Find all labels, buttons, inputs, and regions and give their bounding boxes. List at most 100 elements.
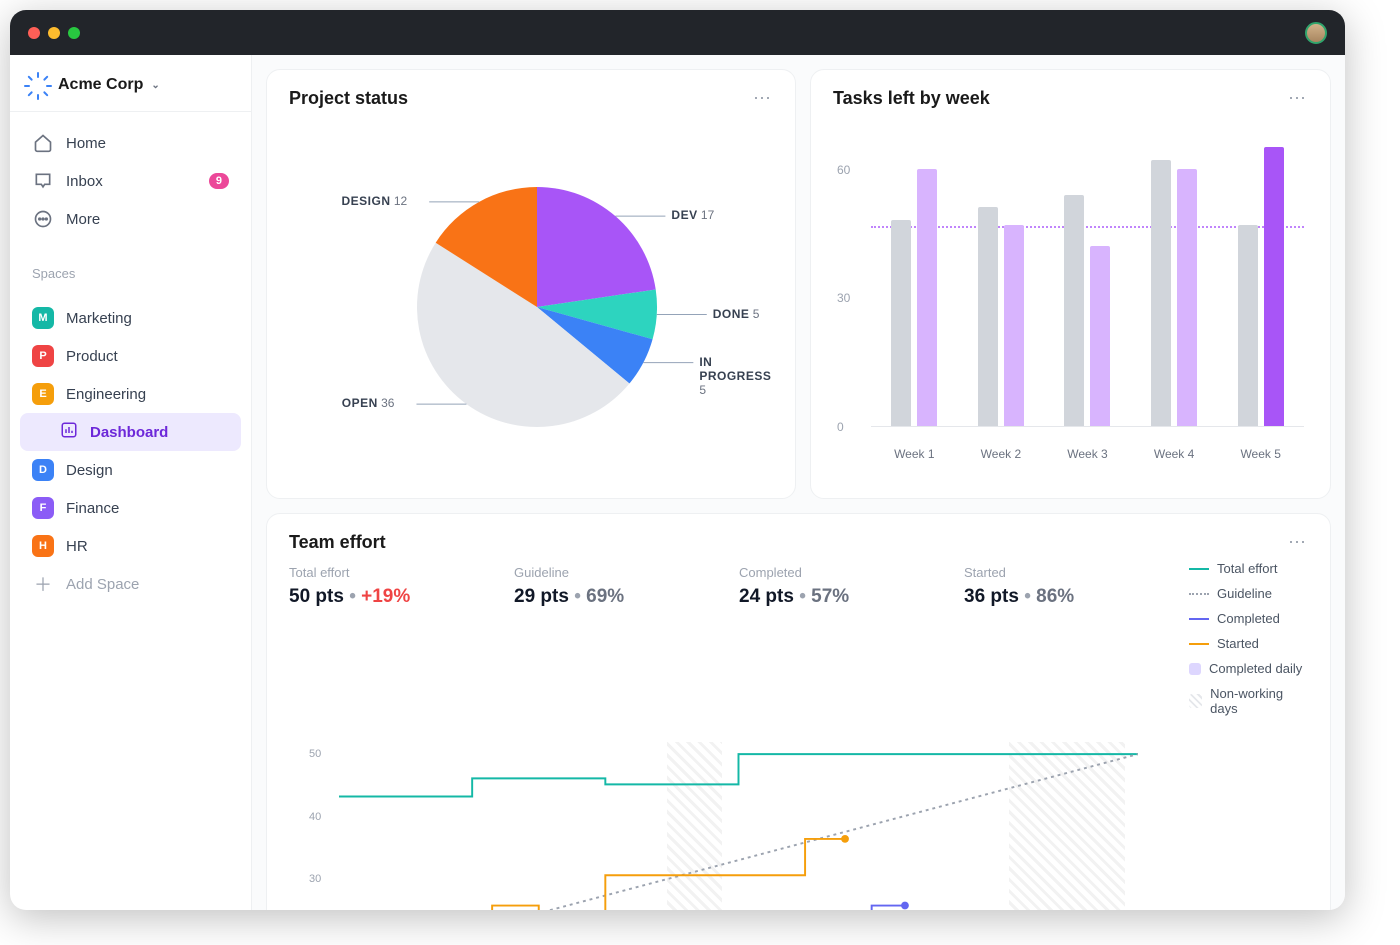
plus-icon: ＋ (32, 573, 54, 595)
legend-total: Total effort (1217, 561, 1277, 576)
app-window: Acme Corp ⌄ Home Inbox 9 (10, 10, 1345, 910)
add-space-button[interactable]: ＋ Add Space (20, 565, 241, 603)
avatar[interactable] (1305, 22, 1327, 44)
workspace-logo-icon (30, 75, 50, 95)
metric-completed-label: Completed (739, 565, 964, 580)
close-window-dot[interactable] (28, 27, 40, 39)
metric-total-delta: +19% (361, 586, 410, 607)
bar (1090, 246, 1110, 426)
space-badge: P (32, 345, 54, 367)
bar-xlabel: Week 1 (894, 447, 934, 461)
metric-guideline-label: Guideline (514, 565, 739, 580)
bar-ytick: 60 (837, 163, 850, 177)
space-item-engineering[interactable]: EEngineering (20, 375, 241, 413)
minimize-window-dot[interactable] (48, 27, 60, 39)
tasks-left-card: Tasks left by week ⋯ 0 30 60 Week 1 Week 2 We… (810, 69, 1331, 499)
space-item-product[interactable]: P Product (20, 337, 241, 375)
nav-more[interactable]: More (20, 200, 241, 238)
bar-xlabel: Week 2 (981, 447, 1021, 461)
bar-xlabel: Week 4 (1154, 447, 1194, 461)
project-status-card: Project status ⋯ DEV 17 DONE 5 IN PROGRESS… (266, 69, 796, 499)
bar-ytick: 0 (837, 420, 844, 434)
bar (917, 169, 937, 426)
dashboard-content: Project status ⋯ DEV 17 DONE 5 IN PROGRESS… (252, 55, 1345, 910)
team-effort-chart: 20304050 (289, 742, 1308, 910)
pie-label-dev: DEV 17 (671, 208, 714, 222)
pie-label-done: DONE 5 (713, 307, 760, 321)
add-space-label: Add Space (66, 576, 139, 593)
nav-more-label: More (66, 211, 100, 228)
project-status-title: Project status (289, 88, 408, 109)
space-badge: M (32, 307, 54, 329)
sidebar: Acme Corp ⌄ Home Inbox 9 (10, 55, 252, 910)
bar (1151, 160, 1171, 426)
pie-label-in-progress: IN PROGRESS 5 (699, 355, 773, 397)
spaces-list: M Marketing P Product EEngineering Dashboard D… (10, 287, 251, 615)
space-child-label: Dashboard (90, 424, 168, 441)
nav-home-label: Home (66, 135, 106, 152)
line-ytick: 40 (309, 811, 321, 823)
home-icon (32, 132, 54, 154)
dashboard-icon (60, 421, 78, 443)
legend-daily: Completed daily (1209, 661, 1302, 676)
metric-started-label: Started (964, 565, 1189, 580)
workspace-switcher[interactable]: Acme Corp ⌄ (10, 67, 251, 112)
metric-completed-value: 24 pts (739, 586, 794, 607)
pie-label-open: OPEN 36 (342, 396, 395, 410)
bar (978, 207, 998, 426)
metric-guideline-pct: 69% (586, 586, 624, 607)
traffic-lights (28, 27, 80, 39)
legend-nonworking: Non-working days (1210, 686, 1308, 716)
bar-ytick: 30 (837, 291, 850, 305)
metric-completed: Completed 24 pts • 57% (739, 561, 964, 726)
maximize-window-dot[interactable] (68, 27, 80, 39)
bar-xlabel: Week 3 (1067, 447, 1107, 461)
nav-home[interactable]: Home (20, 124, 241, 162)
metric-guideline: Guideline 29 pts • 69% (514, 561, 739, 726)
space-label: Design (66, 462, 113, 479)
team-effort-more-button[interactable]: ⋯ (1288, 532, 1308, 553)
inbox-icon (32, 170, 54, 192)
more-icon (32, 208, 54, 230)
metric-completed-pct: 57% (811, 586, 849, 607)
inbox-badge: 9 (209, 173, 229, 189)
spaces-section-label: Spaces (10, 250, 251, 287)
project-status-more-button[interactable]: ⋯ (753, 88, 773, 109)
bar (1264, 147, 1284, 426)
metric-total-label: Total effort (289, 565, 514, 580)
team-effort-card: Team effort ⋯ Total effort 50 pts • +19%… (266, 513, 1331, 910)
nav-inbox[interactable]: Inbox 9 (20, 162, 241, 200)
space-badge: D (32, 459, 54, 481)
space-item-design[interactable]: D Design (20, 451, 241, 489)
metric-started: Started 36 pts • 86% (964, 561, 1189, 726)
bar-group (891, 169, 937, 426)
bar-group (1151, 160, 1197, 426)
tasks-left-more-button[interactable]: ⋯ (1288, 88, 1308, 109)
bar (891, 220, 911, 426)
chevron-down-icon: ⌄ (151, 80, 159, 91)
space-item-marketing[interactable]: M Marketing (20, 299, 241, 337)
legend-started: Started (1217, 636, 1259, 651)
space-child-dashboard[interactable]: Dashboard (20, 413, 241, 451)
titlebar (10, 10, 1345, 55)
tasks-left-title: Tasks left by week (833, 88, 990, 109)
bar-group (978, 207, 1024, 426)
metric-started-pct: 86% (1036, 586, 1074, 607)
space-label: Product (66, 348, 118, 365)
bar (1177, 169, 1197, 426)
bar-group (1064, 195, 1110, 426)
space-item-hr[interactable]: HHR (20, 527, 241, 565)
pie-label-design: DESIGN 12 (342, 194, 408, 208)
tasks-left-chart: 03060Week 1Week 2Week 3Week 4Week 5 (833, 117, 1308, 467)
space-label: Marketing (66, 310, 132, 327)
team-effort-title: Team effort (289, 532, 386, 553)
space-item-finance[interactable]: FFinance (20, 489, 241, 527)
line-ytick: 30 (309, 873, 321, 885)
bar-group (1238, 147, 1284, 426)
space-label: HR (66, 538, 88, 555)
team-effort-legend: Total effort Guideline Completed Started… (1189, 561, 1308, 726)
workspace-name: Acme Corp (58, 76, 143, 94)
nav-inbox-label: Inbox (66, 173, 103, 190)
space-badge: F (32, 497, 54, 519)
bar (1238, 225, 1258, 426)
